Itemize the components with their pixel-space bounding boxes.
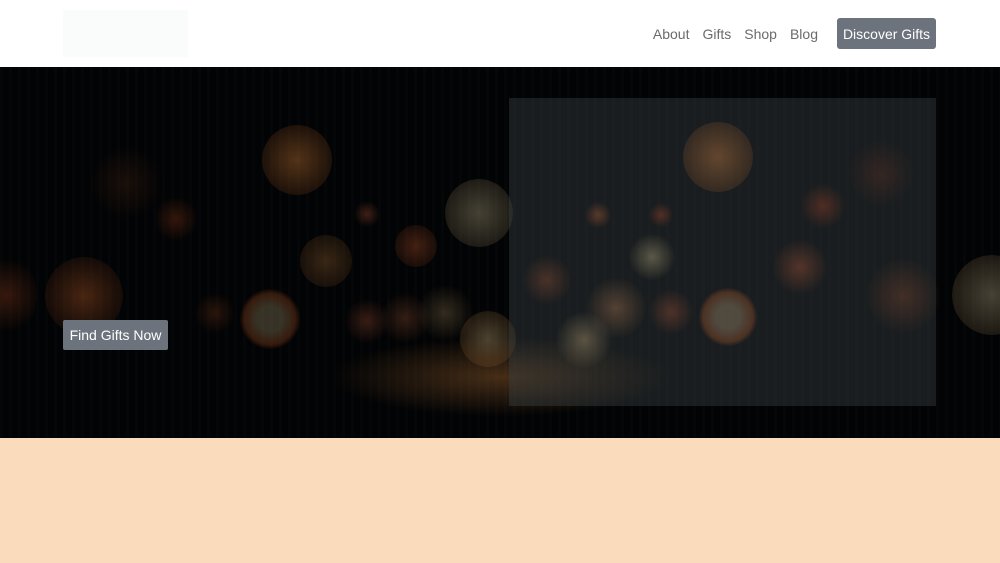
bokeh-light <box>683 122 753 192</box>
bokeh-light <box>649 203 673 227</box>
bokeh-light <box>300 235 352 287</box>
bokeh-light <box>773 240 827 294</box>
nav-link-about[interactable]: About <box>653 24 690 44</box>
find-gifts-button[interactable]: Find Gifts Now <box>63 320 168 350</box>
bokeh-light <box>154 197 198 241</box>
bokeh-light <box>395 225 437 267</box>
nav-link-blog[interactable]: Blog <box>790 24 818 44</box>
bokeh-light <box>90 147 162 219</box>
main-nav: About Gifts Shop Blog <box>653 24 818 44</box>
nav-link-gifts[interactable]: Gifts <box>702 24 731 44</box>
bokeh-light <box>585 202 611 228</box>
bokeh-light <box>354 201 380 227</box>
bokeh-light <box>240 289 300 349</box>
discover-gifts-button[interactable]: Discover Gifts <box>837 18 936 49</box>
logo[interactable] <box>63 10 188 57</box>
hero-image-panel <box>509 98 936 406</box>
bokeh-light <box>523 256 571 304</box>
nav-link-shop[interactable]: Shop <box>744 24 777 44</box>
bokeh-light <box>556 312 612 368</box>
bokeh-light <box>262 125 332 195</box>
hero-section: Find Gifts Now <box>0 67 1000 438</box>
bokeh-light <box>649 290 693 334</box>
content-section <box>0 438 1000 563</box>
bokeh-light <box>801 184 845 228</box>
site-header: About Gifts Shop Blog Discover Gifts <box>0 0 1000 67</box>
bokeh-light <box>849 142 913 206</box>
bokeh-light <box>629 234 675 280</box>
bokeh-light <box>699 288 757 346</box>
bokeh-light <box>445 179 513 247</box>
bokeh-light <box>195 293 235 333</box>
